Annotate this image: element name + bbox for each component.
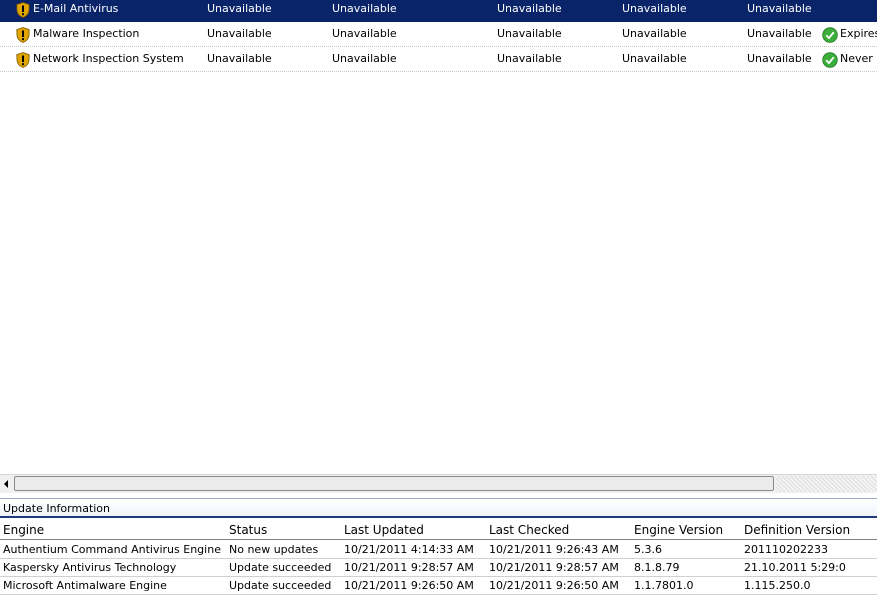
column-header-last-updated[interactable]: Last Updated — [344, 520, 424, 540]
engine-version: 5.3.6 — [634, 543, 662, 556]
column-header-definition-version[interactable]: Definition Version — [744, 520, 850, 540]
protection-row-network-inspection-system[interactable]: Network Inspection System Unavailable Un… — [0, 48, 877, 72]
engine-name: Kaspersky Antivirus Technology — [3, 561, 177, 574]
warning-shield-icon — [16, 52, 30, 68]
scrollbar-track[interactable] — [776, 476, 877, 492]
table-row[interactable]: Kaspersky Antivirus Technology Update su… — [0, 559, 877, 577]
last-updated: 10/21/2011 9:28:57 AM — [344, 561, 474, 574]
column-header-last-checked[interactable]: Last Checked — [489, 520, 569, 540]
protection-row-email-antivirus[interactable]: E-Mail Antivirus Unavailable Unavailable… — [0, 0, 877, 22]
last-checked: 10/21/2011 9:26:43 AM — [489, 543, 619, 556]
protection-name: Network Inspection System — [33, 52, 184, 65]
table-row[interactable]: Authentium Command Antivirus Engine No n… — [0, 541, 877, 559]
protection-row-malware-inspection[interactable]: Malware Inspection Unavailable Unavailab… — [0, 23, 877, 47]
engine-name: Microsoft Antimalware Engine — [3, 579, 167, 592]
protection-list: E-Mail Antivirus Unavailable Unavailable… — [0, 0, 877, 473]
license-status: Expires — [840, 27, 877, 40]
protection-value: Unavailable — [207, 52, 272, 65]
protection-value: Unavailable — [497, 52, 562, 65]
panel-splitter[interactable] — [0, 493, 877, 499]
protection-value: Unavailable — [747, 27, 812, 40]
last-checked: 10/21/2011 9:26:50 AM — [489, 579, 619, 592]
protection-value: Unavailable — [332, 27, 397, 40]
protection-value: Unavailable — [747, 2, 812, 15]
horizontal-scrollbar[interactable] — [0, 474, 877, 494]
protection-value: Unavailable — [332, 52, 397, 65]
engine-version: 8.1.8.79 — [634, 561, 680, 574]
warning-shield-icon — [16, 27, 30, 43]
update-status: Update succeeded — [229, 579, 332, 592]
scroll-left-button[interactable] — [0, 476, 14, 492]
scrollbar-thumb[interactable] — [14, 476, 774, 491]
scroll-left-arrow-icon — [4, 480, 8, 488]
update-panel-title: Update Information — [0, 500, 877, 518]
column-header-engine-version[interactable]: Engine Version — [634, 520, 723, 540]
protection-value: Unavailable — [207, 27, 272, 40]
protection-value: Unavailable — [332, 2, 397, 15]
license-status: Never E — [840, 52, 877, 65]
last-updated: 10/21/2011 9:26:50 AM — [344, 579, 474, 592]
protection-name: Malware Inspection — [33, 27, 140, 40]
last-updated: 10/21/2011 4:14:33 AM — [344, 543, 474, 556]
table-row[interactable]: Microsoft Antimalware Engine Update succ… — [0, 577, 877, 595]
definition-version: 21.10.2011 5:29:0 — [744, 561, 846, 574]
green-check-icon — [822, 52, 838, 68]
protection-name: E-Mail Antivirus — [33, 2, 119, 15]
update-status: No new updates — [229, 543, 319, 556]
engine-version: 1.1.7801.0 — [634, 579, 694, 592]
protection-value: Unavailable — [622, 27, 687, 40]
green-check-icon — [822, 27, 838, 43]
update-status: Update succeeded — [229, 561, 332, 574]
definition-version: 201110202233 — [744, 543, 828, 556]
engine-name: Authentium Command Antivirus Engine — [3, 543, 221, 556]
protection-value: Unavailable — [622, 2, 687, 15]
protection-value: Unavailable — [497, 2, 562, 15]
definition-version: 1.115.250.0 — [744, 579, 811, 592]
column-header-status[interactable]: Status — [229, 520, 267, 540]
protection-value: Unavailable — [622, 52, 687, 65]
warning-shield-icon — [16, 2, 30, 18]
update-table-header: Engine Status Last Updated Last Checked … — [0, 520, 877, 540]
last-checked: 10/21/2011 9:28:57 AM — [489, 561, 619, 574]
protection-value: Unavailable — [747, 52, 812, 65]
column-header-engine[interactable]: Engine — [3, 520, 44, 540]
protection-value: Unavailable — [497, 27, 562, 40]
protection-value: Unavailable — [207, 2, 272, 15]
